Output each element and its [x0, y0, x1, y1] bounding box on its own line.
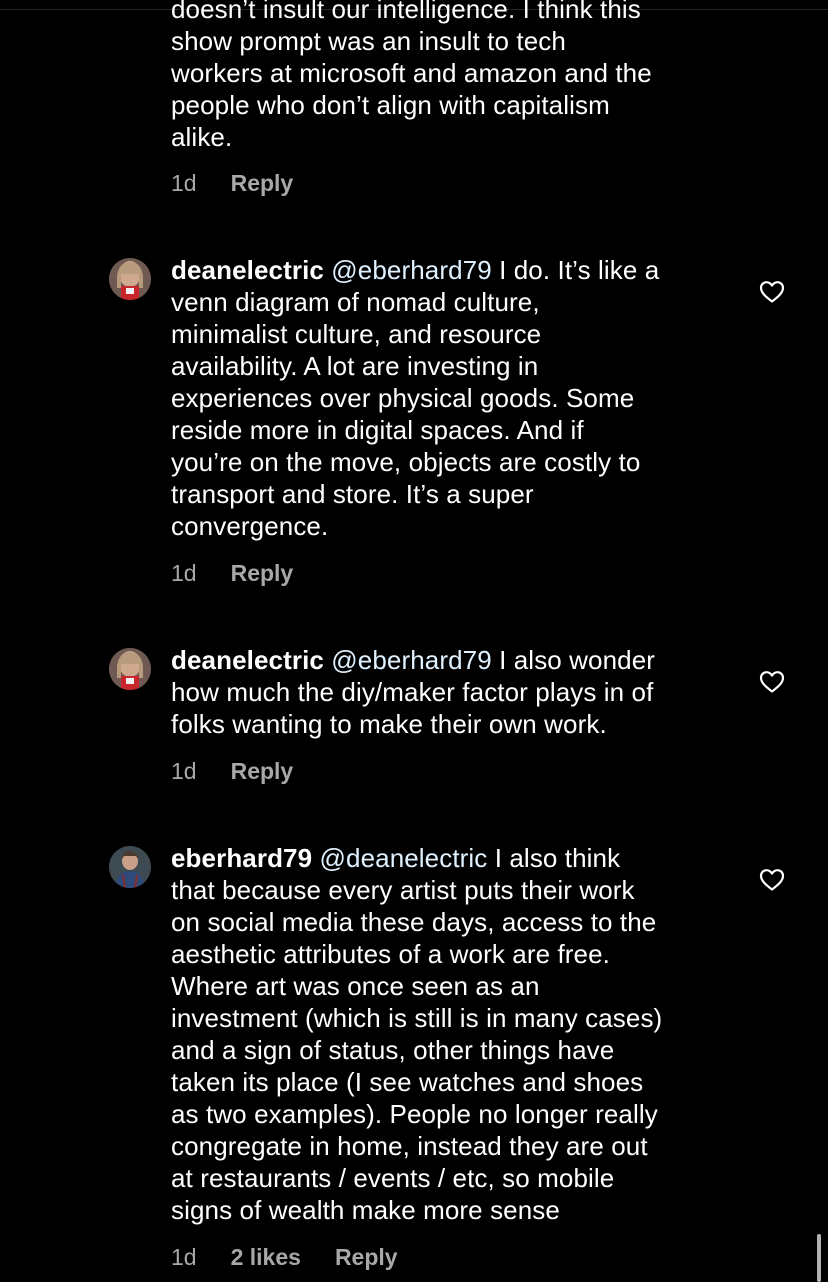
comment-line: venn diagram of nomad culture,	[171, 287, 540, 317]
comment-line: I also think	[487, 843, 621, 873]
comment-line: people who don’t align with capitalism	[171, 90, 610, 120]
comment-mention[interactable]: @eberhard79	[331, 255, 492, 285]
comment-line: experiences over physical goods. Some	[171, 383, 635, 413]
comment-line: how much the diy/maker factor plays in o…	[171, 677, 654, 707]
comment-text: deanelectric @eberhard79 I do. It’s like…	[171, 254, 731, 542]
comment-timestamp: 1d	[171, 1244, 197, 1270]
comment-line: I also wonder	[491, 645, 656, 675]
comment-line: reside more in digital spaces. And if	[171, 415, 584, 445]
comment-timestamp: 1d	[171, 758, 197, 784]
heart-outline-icon[interactable]	[759, 280, 785, 304]
comment-line: aesthetic attributes of a work are free.	[171, 939, 610, 969]
comment-line: workers at microsoft and amazon and the	[171, 58, 652, 88]
scrollbar[interactable]	[817, 1234, 821, 1282]
comment-line: at restaurants / events / etc, so mobile	[171, 1163, 615, 1193]
comment-meta: 1d Reply	[171, 558, 293, 588]
comment-line: convergence.	[171, 511, 329, 541]
reply-button[interactable]: Reply	[231, 558, 294, 588]
comment-line: folks wanting to make their own work.	[171, 709, 607, 739]
comment-text: eberhard79 @deanelectric I also think th…	[171, 842, 731, 1226]
avatar[interactable]	[109, 258, 151, 300]
comment-line: and a sign of status, other things have	[171, 1035, 615, 1065]
comment-line: doesn’t insult our intelligence. I think…	[171, 0, 641, 24]
comment-text: doesn’t insult our intelligence. I think…	[171, 0, 731, 153]
comment-line: you’re on the move, objects are costly t…	[171, 447, 641, 477]
avatar[interactable]	[109, 648, 151, 690]
comment-timestamp: 1d	[171, 560, 197, 586]
comment-meta: 1d 2 likes Reply	[171, 1242, 398, 1272]
comment-line: alike.	[171, 122, 233, 152]
avatar[interactable]	[109, 846, 151, 888]
likes-count[interactable]: 2 likes	[231, 1242, 301, 1272]
heart-outline-icon[interactable]	[759, 868, 785, 892]
comment-meta: 1d Reply	[171, 756, 293, 786]
comment-mention[interactable]: @deanelectric	[320, 843, 488, 873]
comment-line: investment (which is still is in many ca…	[171, 1003, 663, 1033]
heart-outline-icon[interactable]	[759, 670, 785, 694]
comment-mention[interactable]: @eberhard79	[331, 645, 492, 675]
comment-line: as two examples). People no longer reall…	[171, 1099, 658, 1129]
comment-line: congregate in home, instead they are out	[171, 1131, 648, 1161]
comment-username[interactable]: eberhard79	[171, 843, 312, 873]
comment-line: signs of wealth make more sense	[171, 1195, 560, 1225]
comment-line: on social media these days, access to th…	[171, 907, 657, 937]
comment-timestamp: 1d	[171, 170, 197, 196]
comment-line: availability. A lot are investing in	[171, 351, 539, 381]
comment-username[interactable]: deanelectric	[171, 645, 324, 675]
comment-line: Where art was once seen as an	[171, 971, 540, 1001]
comment-line: transport and store. It’s a super	[171, 479, 534, 509]
reply-button[interactable]: Reply	[231, 756, 294, 786]
reply-button[interactable]: Reply	[231, 168, 294, 198]
comment-meta: 1d Reply	[171, 168, 293, 198]
comment-username[interactable]: deanelectric	[171, 255, 324, 285]
comment-text: deanelectric @eberhard79 I also wonder h…	[171, 644, 731, 740]
reply-button[interactable]: Reply	[335, 1242, 398, 1272]
comment-line: that because every artist puts their wor…	[171, 875, 635, 905]
comment-line: show prompt was an insult to tech	[171, 26, 566, 56]
comment-line: minimalist culture, and resource	[171, 319, 542, 349]
comment-line: taken its place (I see watches and shoes	[171, 1067, 644, 1097]
comment-line: I do. It’s like a	[491, 255, 660, 285]
